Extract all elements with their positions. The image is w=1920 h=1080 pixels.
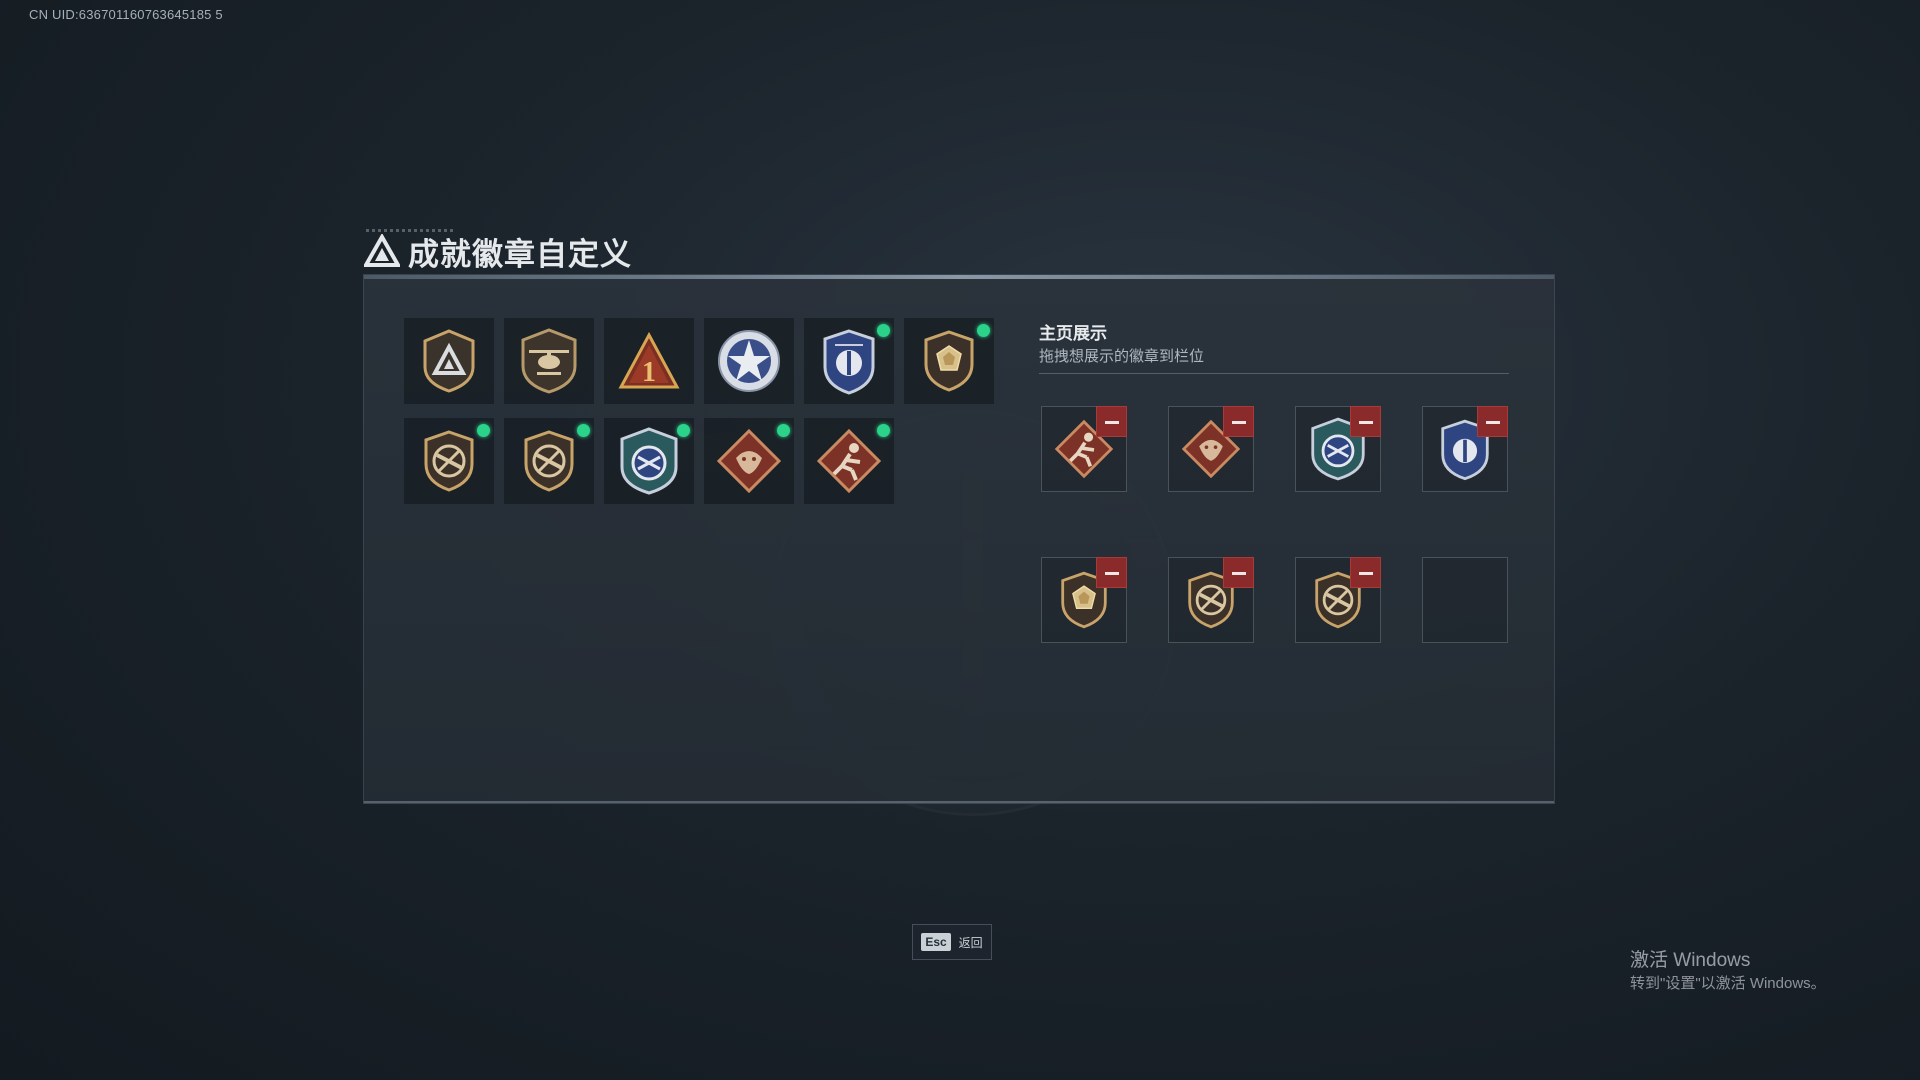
arrows-blue-shield-badge-icon [620, 427, 678, 495]
blue-shield-badge-icon [823, 329, 875, 395]
display-slot-3[interactable] [1295, 406, 1381, 492]
badge-slot-blue-shield[interactable] [804, 318, 894, 404]
windows-activation-hint: 转到"设置"以激活 Windows。 [1630, 975, 1826, 992]
new-indicator-dot [777, 424, 790, 437]
display-section-divider [1039, 373, 1509, 374]
badge-slot-runner-diamond[interactable] [804, 418, 894, 504]
badge-slot-no-rifle-shield-2[interactable] [504, 418, 594, 504]
star-emblem-badge-icon [718, 330, 780, 392]
badge-slot-gem-shield[interactable] [904, 318, 994, 404]
display-slot-6[interactable] [1168, 557, 1254, 643]
user-uid: CN UID:636701160763645185 5 [29, 7, 223, 22]
new-indicator-dot [677, 424, 690, 437]
rank-one-badge-icon: 1 [618, 331, 680, 389]
back-button[interactable]: Esc 返回 [912, 924, 992, 960]
svg-text:1: 1 [642, 357, 656, 388]
dragon-diamond-badge-icon [716, 428, 782, 494]
delta-logo-icon [364, 234, 400, 267]
display-slot-4[interactable] [1422, 406, 1508, 492]
display-slot-8-empty[interactable] [1422, 557, 1508, 643]
display-slot-1[interactable] [1041, 406, 1127, 492]
badge-slot-dragon-diamond[interactable] [704, 418, 794, 504]
badge-slot-triangle-shield[interactable] [404, 318, 494, 404]
remove-badge-button[interactable] [1223, 557, 1254, 588]
new-indicator-dot [577, 424, 590, 437]
remove-badge-button[interactable] [1350, 557, 1381, 588]
display-section-subtitle: 拖拽想展示的徽章到栏位 [1039, 348, 1205, 365]
remove-badge-button[interactable] [1096, 557, 1127, 588]
gem-shield-badge-icon [924, 330, 974, 392]
display-slot-2[interactable] [1168, 406, 1254, 492]
page-header: 成就徽章自定义 [364, 231, 632, 272]
display-section-title: 主页展示 [1039, 324, 1107, 343]
remove-badge-button[interactable] [1223, 406, 1254, 437]
badge-slot-arrows-blue-shield[interactable] [604, 418, 694, 504]
panel-top-border [364, 275, 1554, 279]
no-rifle-shield-badge-icon [424, 430, 474, 492]
esc-key-icon: Esc [921, 933, 951, 951]
windows-activation-title: 激活 Windows [1630, 950, 1751, 971]
triangle-shield-badge-icon [423, 329, 475, 393]
display-slot-7[interactable] [1295, 557, 1381, 643]
back-label: 返回 [958, 935, 983, 950]
page-title: 成就徽章自定义 [408, 236, 632, 272]
no-rifle-shield-badge-icon [524, 430, 574, 492]
badge-slot-rank-one[interactable]: 1 [604, 318, 694, 404]
display-slot-5[interactable] [1041, 557, 1127, 643]
new-indicator-dot [477, 424, 490, 437]
runner-diamond-badge-icon [816, 428, 882, 494]
new-indicator-dot [977, 324, 990, 337]
badge-slot-no-rifle-shield[interactable] [404, 418, 494, 504]
helicopter-shield-badge-icon [521, 328, 577, 394]
new-indicator-dot [877, 424, 890, 437]
remove-badge-button[interactable] [1096, 406, 1127, 437]
badge-slot-helicopter-shield[interactable] [504, 318, 594, 404]
remove-badge-button[interactable] [1350, 406, 1381, 437]
badge-slot-star-emblem[interactable] [704, 318, 794, 404]
panel-bottom-border [364, 801, 1554, 803]
remove-badge-button[interactable] [1477, 406, 1508, 437]
new-indicator-dot [877, 324, 890, 337]
